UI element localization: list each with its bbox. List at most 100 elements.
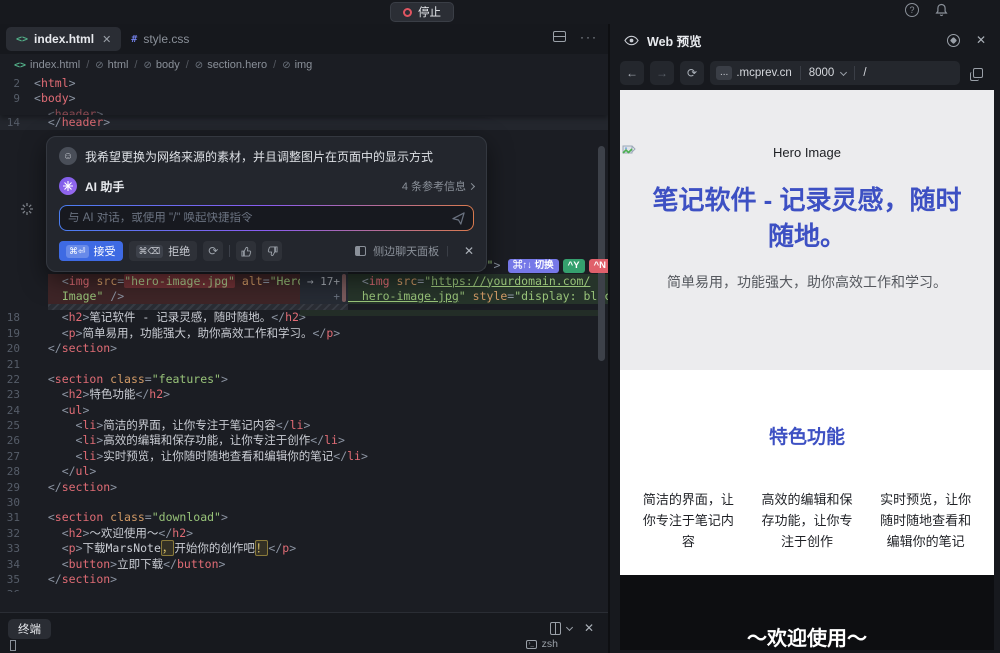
code-line: 33 <p>下载MarsNote，开始你的创作吧！</p> <box>6 540 297 557</box>
references-link[interactable]: 4 条参考信息 <box>402 178 476 194</box>
element-icon: ⊘ <box>95 59 104 71</box>
accept-shortcut: ⌘⏎ <box>66 244 89 258</box>
code-line: 36 <box>0 587 608 592</box>
chevron-down-icon[interactable] <box>565 623 573 631</box>
user-avatar: ☺ <box>59 147 77 165</box>
terminal-tab[interactable]: 终端 <box>8 619 51 639</box>
help-icon[interactable]: ? <box>905 3 919 17</box>
welcome-heading: ～欢迎使用～ <box>747 628 867 650</box>
code-line: <header> <box>34 106 104 115</box>
preview-features-section: 特色功能 简洁的界面，让你专注于笔记内容 高效的编辑和保存功能，让你专注于创作 … <box>620 370 994 575</box>
code-line: 20 </section> <box>6 341 118 356</box>
code-line: 23 <h2>特色功能</h2> <box>6 387 171 402</box>
ide-window: 停止 ? <> index.html ✕ # style.css ··· <> … <box>0 0 1000 653</box>
preview-viewport: Hero Image 笔记软件 - 记录灵感，随时随地。 简单易用，功能强大，助… <box>620 90 994 650</box>
diff-line: <img src="hero-image.jpg" alt="Hero <box>48 273 300 289</box>
code-line: 31 <section class="download"> <box>6 510 228 525</box>
accept-button[interactable]: ⌘⏎ 接受 <box>59 241 123 261</box>
diff-line: <img src="https://yourdomain.com/ <box>348 273 608 289</box>
vertical-scrollbar[interactable] <box>598 146 605 361</box>
tab-style-css[interactable]: # style.css <box>121 27 199 51</box>
diff-accept-button[interactable]: ^Y <box>562 259 585 274</box>
element-icon: ⊘ <box>194 59 204 71</box>
diff-line: Image" /> <box>48 288 300 305</box>
split-terminal-icon[interactable] <box>549 621 561 635</box>
breadcrumb: <> index.html / ⊘ html / ⊘ body / ⊘ sect… <box>0 54 608 76</box>
close-preview-icon[interactable]: ✕ <box>976 33 986 47</box>
code-line: 35 </section> <box>6 571 118 586</box>
close-icon[interactable]: ✕ <box>464 244 474 258</box>
bell-icon[interactable] <box>935 3 948 17</box>
feature-item: 简洁的界面，让你专注于笔记内容 <box>642 492 734 549</box>
element-icon: ⊘ <box>282 59 291 71</box>
reject-button[interactable]: ⌘⌫ 拒绝 <box>128 241 198 261</box>
ai-assistant-name: AI 助手 <box>85 179 125 194</box>
code-line: 29 </section> <box>6 479 118 494</box>
code-editor[interactable]: 2<html>9<body> <header> 14 </header> <se… <box>0 76 608 592</box>
port-select[interactable]: 8000 <box>809 67 848 79</box>
breadcrumb-item[interactable]: ⊘ body <box>143 59 179 71</box>
code-line: 2 <html> <box>13 76 76 90</box>
diff-line-number: → 17+ <box>306 274 340 288</box>
hero-image-alt-text: Hero Image <box>773 145 841 160</box>
hero-title: 笔记软件 - 记录灵感，随时随地。 <box>652 185 962 251</box>
ai-assistant-icon <box>59 177 77 195</box>
eye-icon <box>624 35 639 45</box>
breadcrumb-item[interactable]: <> index.html <box>14 59 80 71</box>
diff-scrollbar[interactable] <box>342 274 346 303</box>
tab-index-html[interactable]: <> index.html ✕ <box>6 27 122 51</box>
sticky-scroll: 2 <html> 9 <body> <header> <box>0 76 608 115</box>
terminal-cursor <box>10 640 16 651</box>
preview-hero-section: Hero Image 笔记软件 - 记录灵感，随时随地。 简单易用，功能强大，助… <box>620 90 994 370</box>
chevron-right-icon <box>467 182 476 190</box>
shell-name[interactable]: zsh <box>542 638 558 650</box>
close-tab-icon[interactable]: ✕ <box>102 33 111 46</box>
thumbs-down-icon[interactable] <box>262 241 283 261</box>
thumbs-up-icon[interactable] <box>236 241 257 261</box>
code-line-14: 14 </header> <box>0 114 608 131</box>
reject-shortcut: ⌘⌫ <box>135 244 164 258</box>
side-panel-icon <box>355 246 367 256</box>
url-ellipsis[interactable]: ... <box>716 66 733 80</box>
forward-button[interactable]: → <box>650 61 674 85</box>
close-terminal-icon[interactable]: ✕ <box>584 621 594 635</box>
shell-icon: ›_ <box>525 639 537 649</box>
code-line: 26 <li>高效的编辑和保存功能，让你专注于创作</li> <box>6 433 345 448</box>
stop-button[interactable]: 停止 <box>390 2 454 22</box>
ai-chat-input[interactable] <box>68 212 452 224</box>
breadcrumb-item[interactable]: ⊘ html <box>95 59 128 71</box>
regenerate-icon[interactable]: ⟳ <box>203 241 224 261</box>
send-icon[interactable] <box>452 211 465 225</box>
preview-download-section: ～欢迎使用～ <box>620 575 994 650</box>
diff-toggle-button[interactable]: ⌘↑↓ 切换 <box>508 259 559 274</box>
code-line: 9 <body> <box>13 91 76 106</box>
diff-line-number: + <box>333 289 340 303</box>
diff-reject-button[interactable]: ^N <box>588 259 608 274</box>
diff-line: hero-image.jpg" style="display: block; <box>348 288 608 305</box>
breadcrumb-item[interactable]: ⊘ section.hero <box>195 59 267 71</box>
code-line: 30 <box>6 496 20 510</box>
side-chat-panel-link[interactable]: 侧边聊天面板 <box>373 243 439 259</box>
open-external-icon[interactable] <box>966 61 990 85</box>
browser-icon[interactable] <box>946 33 960 47</box>
code-line: 27 <li>实时预览，让你随时随地查看和编辑你的笔记</li> <box>6 448 368 463</box>
refresh-button[interactable]: ⟳ <box>680 61 704 85</box>
code-icon: <> <box>14 59 27 71</box>
terminal-panel: 终端 ✕ ›_ zsh <box>0 612 608 653</box>
feature-item: 实时预览，让你随时随地查看和编辑你的笔记 <box>880 492 972 549</box>
ai-inline-chat: ☺ 我希望更换为网络来源的素材，并且调整图片在页面中的显示方式 AI 助手 4 … <box>46 136 487 272</box>
address-bar[interactable]: ... .mcprev.cn 8000 / <box>710 61 960 85</box>
split-editor-icon[interactable] <box>553 31 566 42</box>
code-lines: 18 <h2>笔记软件 - 记录灵感，随时随地。</h2> 19 <p>简单易用，… <box>0 310 608 592</box>
feature-item: 高效的编辑和保存功能，让你专注于创作 <box>761 492 853 549</box>
code-line: 32 <h2>～欢迎使用～</h2> <box>6 525 194 540</box>
breadcrumb-item[interactable]: ⊘ img <box>282 59 312 71</box>
element-icon: ⊘ <box>143 59 152 71</box>
code-line: 22 <section class="features"> <box>6 371 228 386</box>
chevron-down-icon <box>840 68 848 76</box>
tab-label: index.html <box>34 32 95 46</box>
url-domain: .mcprev.cn <box>736 67 792 79</box>
more-actions-icon[interactable]: ··· <box>580 31 598 43</box>
user-message: 我希望更换为网络来源的素材，并且调整图片在页面中的显示方式 <box>85 149 434 164</box>
back-button[interactable]: ← <box>620 61 644 85</box>
